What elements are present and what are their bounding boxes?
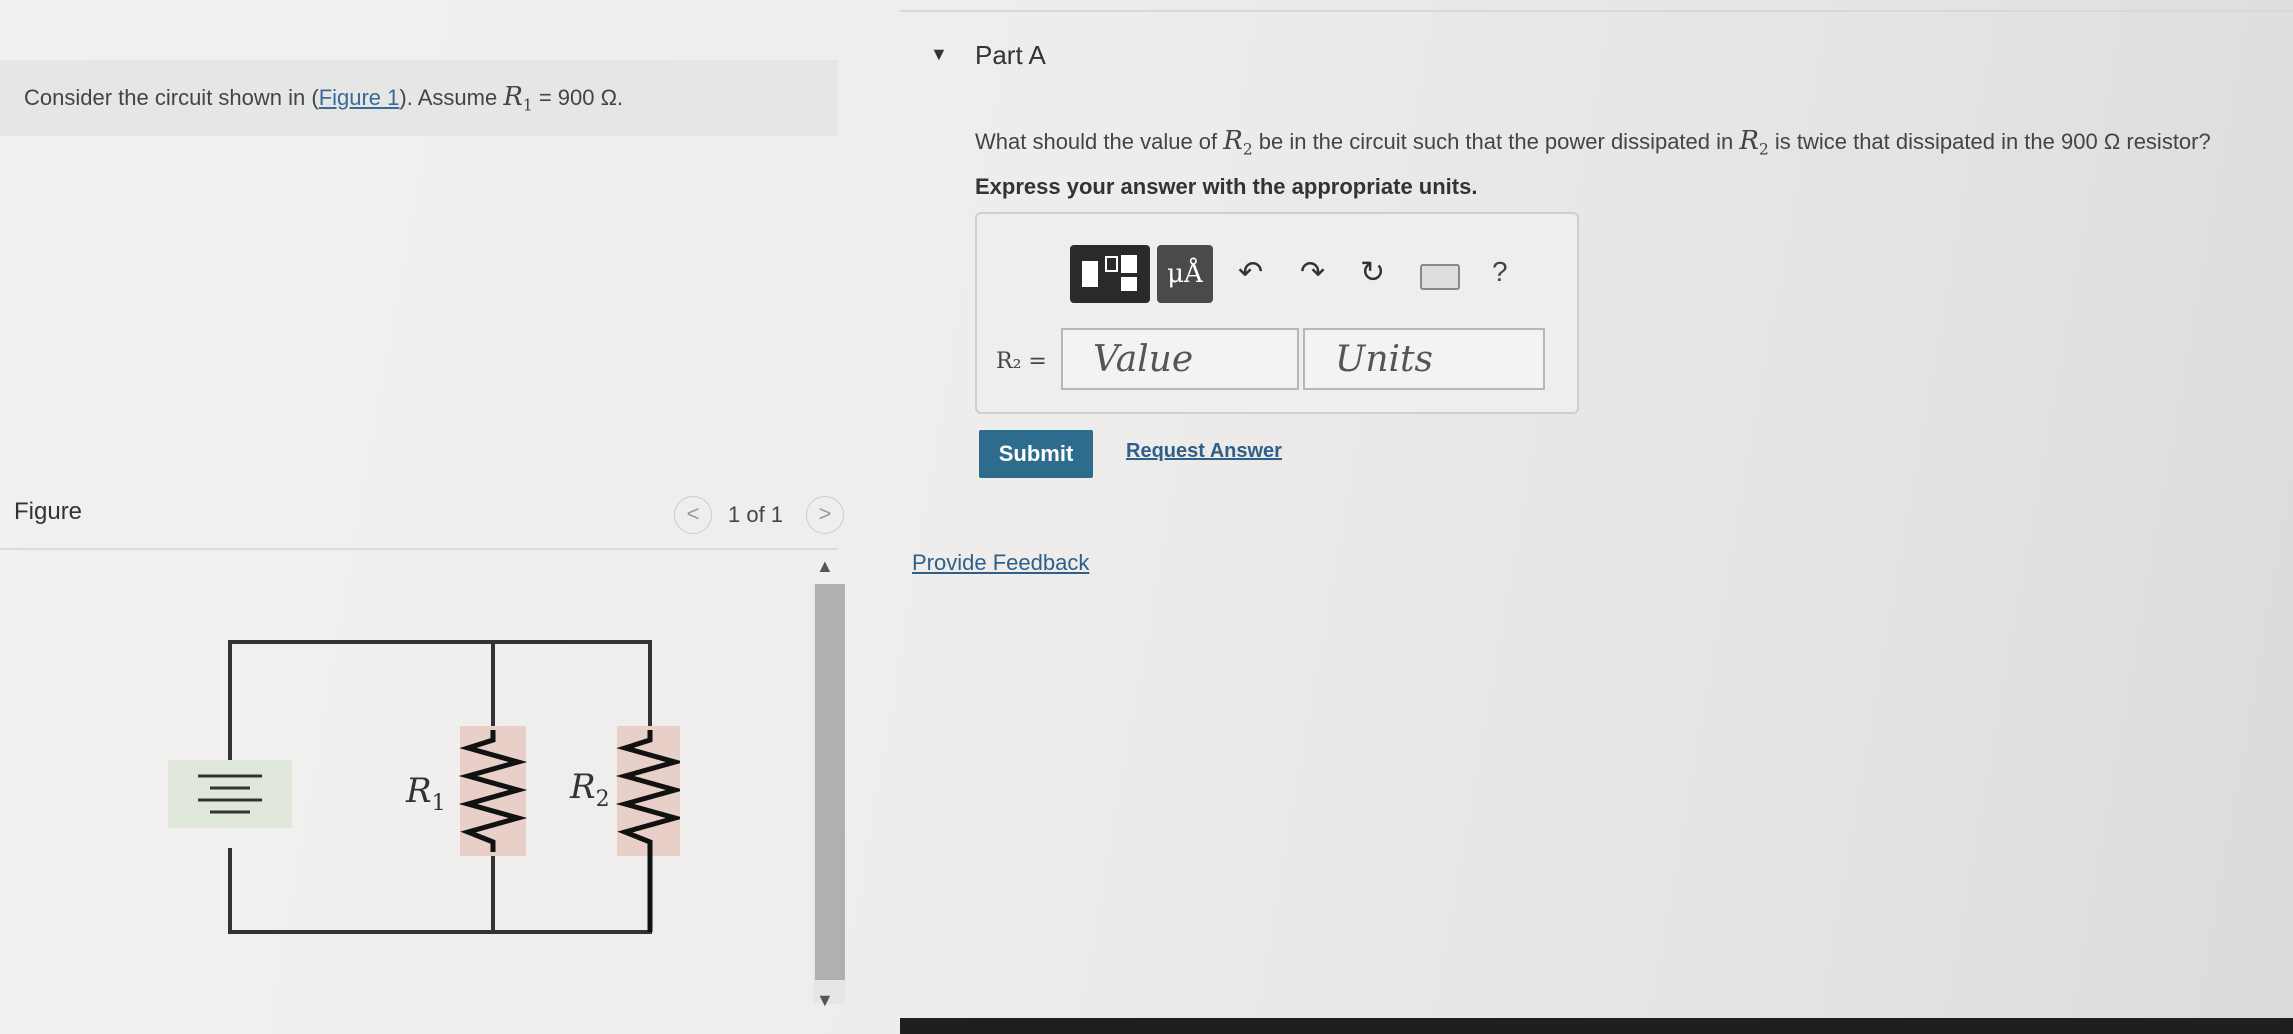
figure-divider [0, 548, 838, 550]
redo-icon[interactable]: ↷ [1300, 255, 1325, 290]
answer-label: R₂ = [996, 349, 1047, 374]
question-part-3: is twice that dissipated in the 900 Ω re… [1768, 129, 2211, 154]
bottom-bar [900, 1018, 2293, 1034]
templates-button[interactable] [1070, 245, 1150, 303]
request-answer-link[interactable]: Request Answer [1126, 440, 1282, 463]
circuit-diagram: R1 R2 [168, 640, 680, 934]
templates-icon [1082, 255, 1137, 291]
submit-button[interactable]: Submit [979, 430, 1093, 478]
scroll-up-icon[interactable]: ▲ [816, 556, 834, 577]
r2-subscript: 2 [1242, 140, 1253, 159]
figure-next-button[interactable]: > [806, 496, 844, 534]
problem-value: = 900 Ω. [532, 85, 624, 110]
units-button[interactable]: μÅ [1157, 245, 1213, 303]
question-part-2: be in the circuit such that the power di… [1252, 129, 1740, 154]
scroll-down-icon[interactable]: ▼ [816, 990, 834, 1011]
provide-feedback-link[interactable]: Provide Feedback [912, 550, 1089, 576]
keyboard-icon[interactable] [1420, 264, 1460, 290]
question-part-1: What should the value of [975, 129, 1224, 154]
r2-subscript: 2 [1758, 140, 1769, 159]
r2-symbol: R [1223, 126, 1243, 156]
figure-counter: 1 of 1 [728, 502, 784, 527]
part-a-title[interactable]: Part A [975, 40, 1046, 71]
r1-subscript: 1 [522, 96, 533, 115]
problem-prefix: Consider the circuit shown in ( [24, 85, 319, 110]
part-a-divider [900, 10, 2293, 12]
figure-prev-button[interactable]: < [674, 496, 712, 534]
scrollbar-thumb[interactable] [815, 584, 845, 980]
figure-label: Figure [14, 498, 83, 525]
r2-label: R2 [569, 767, 610, 812]
answer-instruction: Express your answer with the appropriate… [975, 174, 1478, 199]
problem-middle: ). Assume [399, 85, 504, 110]
problem-statement: Consider the circuit shown in (Figure 1)… [24, 82, 623, 114]
question-text: What should the value of R2 be in the ci… [975, 126, 2211, 158]
r1-label: R1 [405, 771, 446, 816]
battery-background [168, 760, 292, 828]
collapse-caret-icon[interactable]: ▼ [930, 44, 948, 65]
value-input[interactable] [1061, 328, 1299, 390]
help-icon[interactable]: ? [1492, 256, 1508, 288]
r2-symbol: R [1739, 126, 1759, 156]
units-input[interactable] [1303, 328, 1545, 390]
figure-link[interactable]: Figure 1 [319, 85, 400, 110]
undo-icon[interactable]: ↶ [1238, 255, 1263, 290]
r1-symbol: R [503, 82, 523, 112]
reset-icon[interactable]: ↻ [1360, 255, 1385, 290]
